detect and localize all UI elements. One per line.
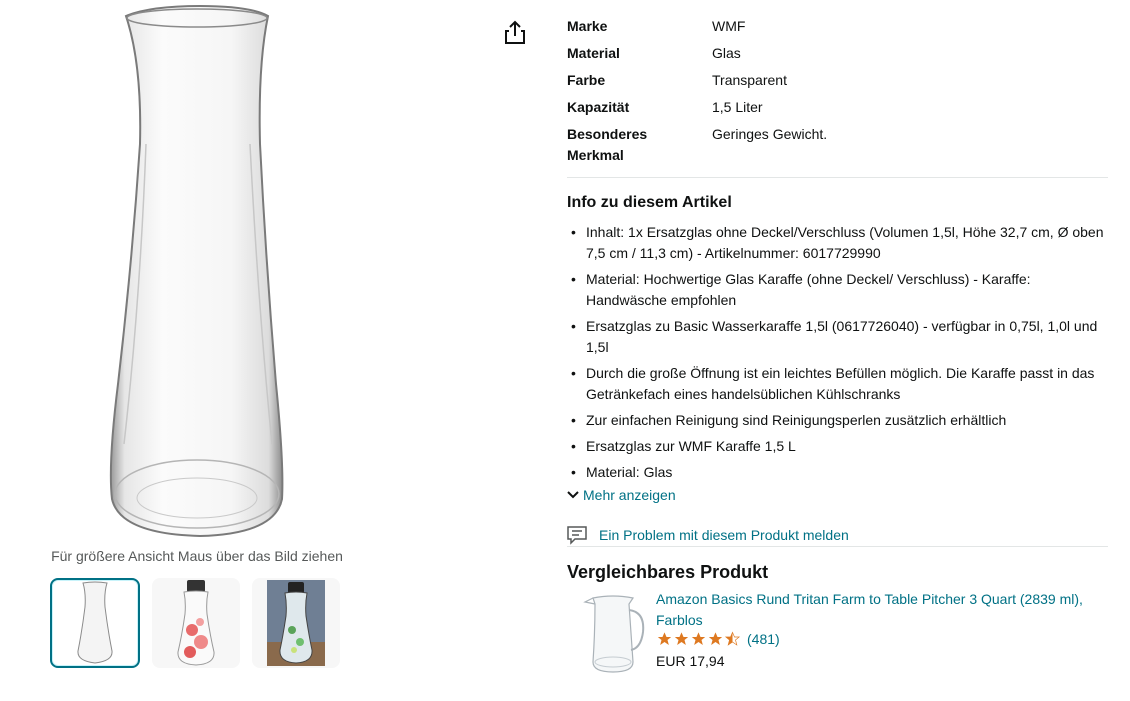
main-product-image[interactable]	[100, 4, 300, 540]
spec-key: Besonderes Merkmal	[567, 126, 648, 163]
spec-row: Marke WMF	[567, 16, 1107, 37]
feedback-icon	[567, 526, 587, 545]
list-item: Material: Glas	[567, 462, 1112, 483]
zoom-hint: Für größere Ansicht Maus über das Bild z…	[51, 548, 343, 564]
compare-product-link[interactable]: Amazon Basics Rund Tritan Farm to Table …	[656, 589, 1106, 631]
feature-bullets: Inhalt: 1x Ersatzglas ohne Deckel/Versch…	[567, 222, 1112, 488]
star-icon	[657, 632, 672, 645]
list-item: Inhalt: 1x Ersatzglas ohne Deckel/Versch…	[567, 222, 1112, 264]
spec-row: Farbe Transparent	[567, 70, 1107, 91]
list-item: Ersatzglas zu Basic Wasserkaraffe 1,5l (…	[567, 316, 1112, 358]
report-problem-label: Ein Problem mit diesem Produkt melden	[599, 527, 849, 543]
spec-row: Material Glas	[567, 43, 1107, 64]
chevron-down-icon	[567, 491, 579, 499]
half-star-icon	[724, 631, 741, 646]
spec-value: Transparent	[712, 72, 787, 88]
spec-key: Marke	[567, 18, 608, 34]
spec-row: Besonderes Merkmal Geringes Gewicht.	[567, 124, 1107, 166]
list-item: Zur einfachen Reinigung sind Reinigungsp…	[567, 410, 1112, 431]
list-item: Ersatzglas zur WMF Karaffe 1,5 L	[567, 436, 1112, 457]
list-item: Durch die große Öffnung ist ein leichtes…	[567, 363, 1112, 405]
spec-value: 1,5 Liter	[712, 99, 763, 115]
spec-value: WMF	[712, 18, 746, 34]
compare-title: Vergleichbares Produkt	[567, 562, 769, 582]
star-icon	[674, 632, 689, 645]
spec-row: Kapazität 1,5 Liter	[567, 97, 1107, 118]
share-icon[interactable]	[503, 20, 527, 46]
divider	[567, 546, 1108, 547]
star-rating[interactable]	[656, 631, 741, 647]
star-icon	[691, 632, 706, 645]
thumbnail-strip	[50, 578, 340, 668]
list-item: Material: Hochwertige Glas Karaffe (ohne…	[567, 269, 1112, 311]
spec-key: Kapazität	[567, 99, 630, 115]
compare-product-image[interactable]	[583, 592, 647, 674]
spec-key: Material	[567, 45, 620, 61]
report-problem-link[interactable]: Ein Problem mit diesem Produkt melden	[567, 525, 849, 545]
thumbnail-1[interactable]	[50, 578, 140, 668]
spec-key: Farbe	[567, 72, 606, 88]
product-specs: Marke WMF Material Glas Farbe Transparen…	[567, 16, 1107, 172]
thumbnail-3[interactable]	[252, 578, 340, 668]
review-count-link[interactable]: (481)	[747, 631, 780, 647]
show-more-label: Mehr anzeigen	[583, 487, 676, 503]
star-icon	[708, 632, 723, 645]
thumbnail-2[interactable]	[152, 578, 240, 668]
rating: (481)	[656, 631, 780, 647]
info-title: Info zu diesem Artikel	[567, 194, 732, 211]
spec-value: Glas	[712, 45, 741, 61]
compare-price: EUR 17,94	[656, 653, 725, 669]
spec-value: Geringes Gewicht.	[712, 126, 828, 142]
show-more-link[interactable]: Mehr anzeigen	[567, 487, 676, 503]
divider	[567, 177, 1108, 178]
